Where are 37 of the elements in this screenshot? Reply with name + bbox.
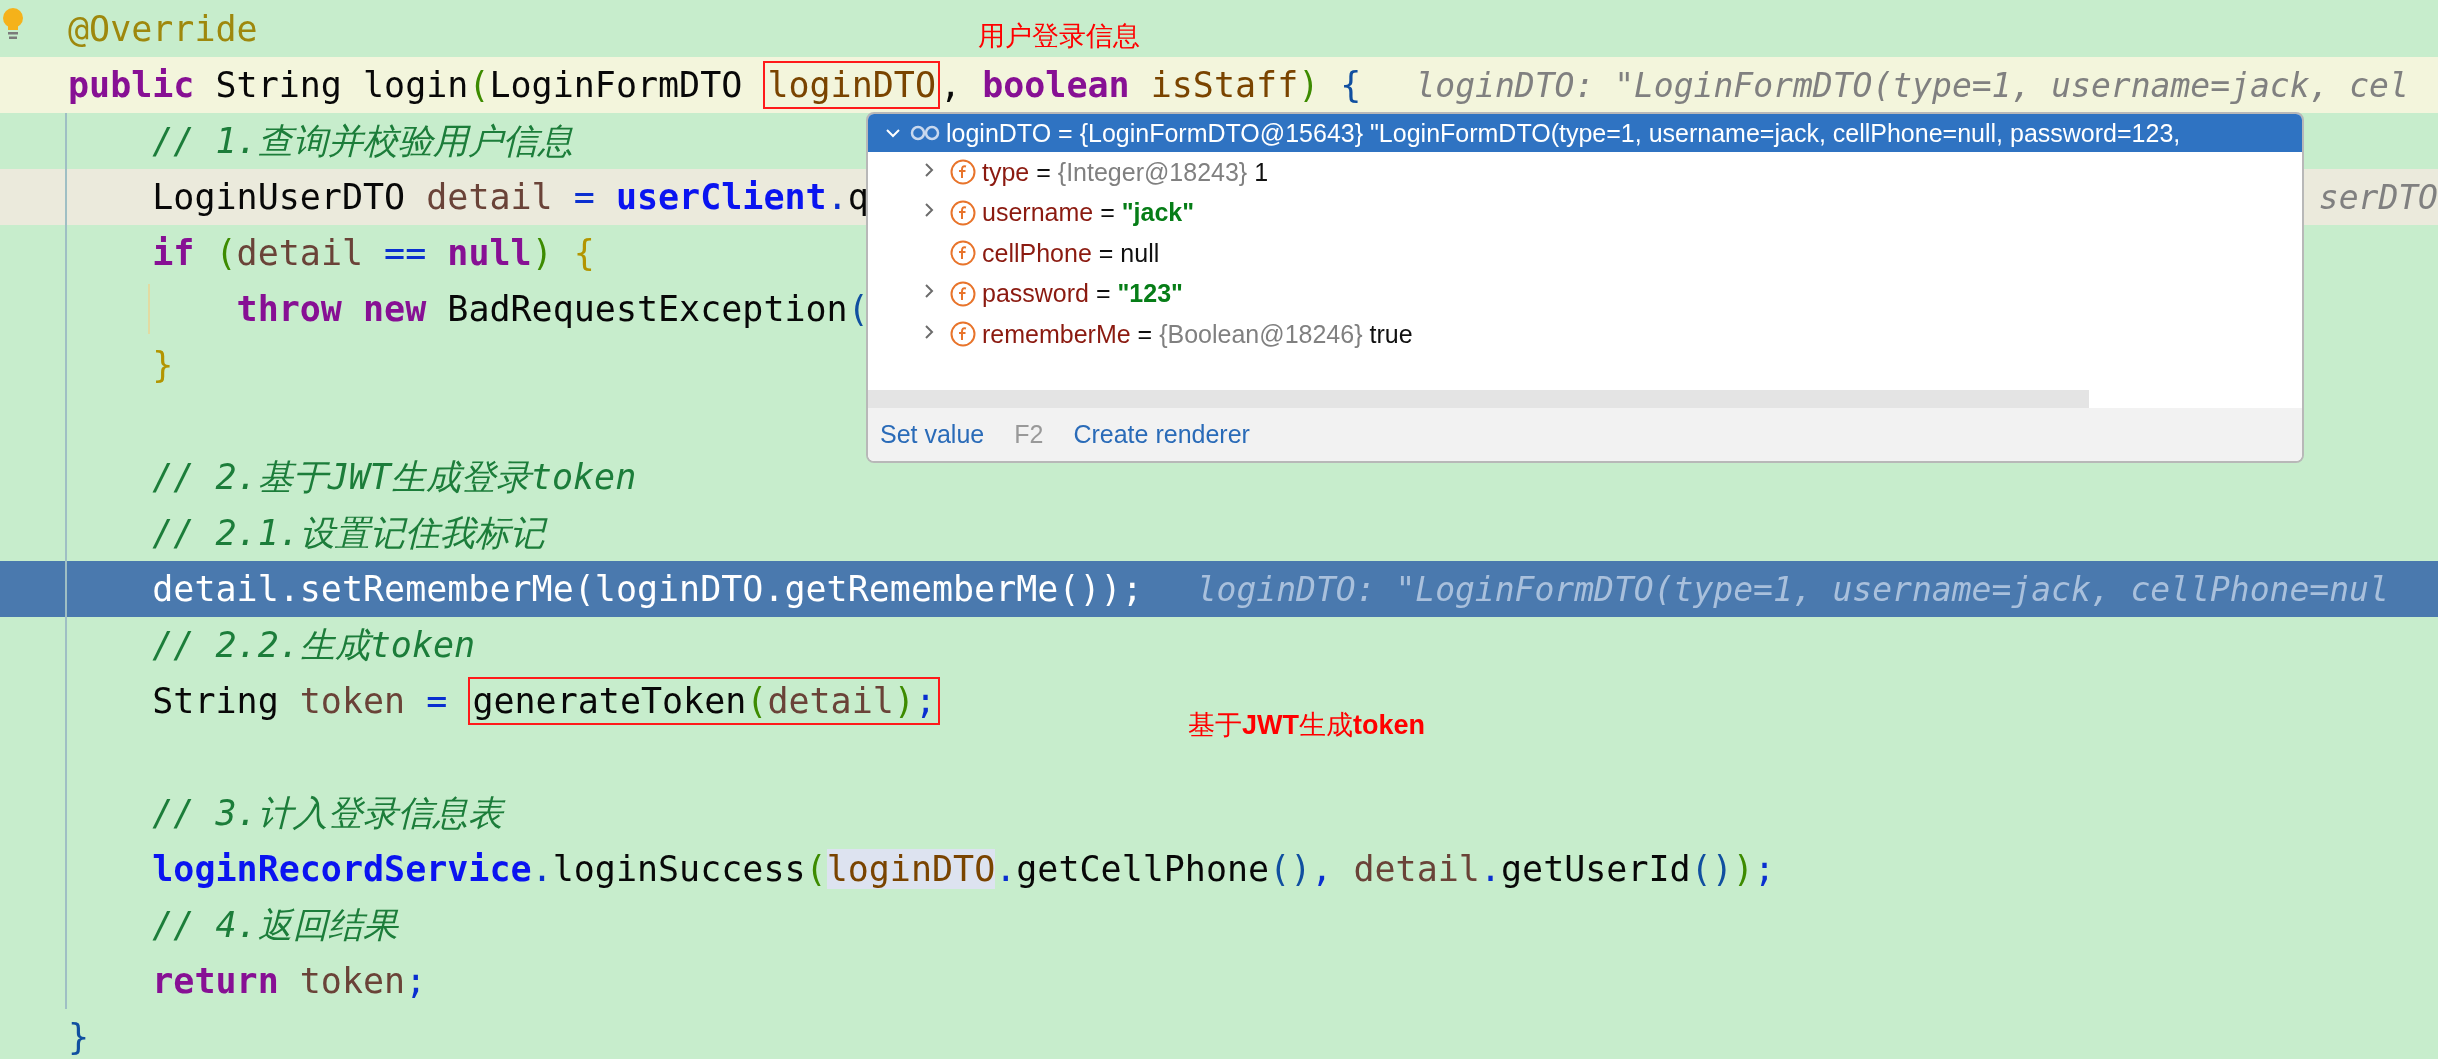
annotation-note: 用户登录信息 <box>978 19 1140 53</box>
code-line: } <box>68 1016 90 1059</box>
code-line: public String login(LoginFormDTO loginDTO, boolean isStaff) { <box>68 59 1362 111</box>
field-icon <box>950 240 976 267</box>
code-line: // 4.返回结果 <box>151 903 398 947</box>
action-link[interactable]: Create renderer <box>1073 420 1250 449</box>
code-line: return token; <box>151 960 427 1003</box>
glasses-icon <box>910 124 940 142</box>
horizontal-scrollbar[interactable] <box>868 390 2089 408</box>
field-icon <box>950 280 976 307</box>
annotation-note: 基于JWT生成token <box>1188 708 1425 742</box>
variable-row[interactable]: type = {Integer@18243} 1 <box>868 152 2302 193</box>
code-line: } <box>151 344 174 387</box>
lightbulb-icon[interactable] <box>1 8 25 40</box>
shortcut-hint: F2 <box>1014 420 1044 449</box>
code-line: detail.setRememberMe(loginDTO.getRememberMe()); <box>151 568 1143 611</box>
code-line: String token = generateToken(detail); <box>68 675 940 727</box>
variable-row[interactable]: rememberMe = {Boolean@18246} true <box>868 314 2302 355</box>
variable-row[interactable]: loginDTO = {LoginFormDTO@15643} "LoginFormDTO(type=1, username=jack, cellPhone=null, password=123, <box>868 114 2302 152</box>
field-icon <box>950 159 976 186</box>
code-line: LoginUserDTO detail = userClient.q <box>151 176 869 219</box>
code-line: throw new BadRequestException( <box>235 288 869 331</box>
code-line: @Override <box>68 8 258 51</box>
code-line: // 2.2.生成token <box>151 623 476 667</box>
code-line: // 2.基于JWT生成登录token <box>151 455 637 499</box>
field-icon <box>950 321 976 348</box>
code-line: // 1.查询并校验用户信息 <box>151 119 573 163</box>
field-icon <box>950 199 976 226</box>
inline-value-hint: loginDTO: "LoginFormDTO(type=1, username=jack, cel <box>1415 65 2409 105</box>
variable-row[interactable]: cellPhone = null <box>868 233 2302 274</box>
inline-value-hint: serDTO <box>2318 177 2438 217</box>
code-line: if (detail == null) { <box>151 232 595 275</box>
code-line: loginRecordService.loginSuccess(loginDTO.getCellPhone(), detail.getUserId()); <box>151 848 1775 891</box>
variable-row[interactable]: username = "jack" <box>868 192 2302 233</box>
variable-row[interactable]: password = "123" <box>868 273 2302 314</box>
inline-value-hint: loginDTO: "LoginFormDTO(type=1, username=jack, cellPhone=nul <box>1196 569 2389 609</box>
action-link[interactable]: Set value <box>880 420 985 449</box>
